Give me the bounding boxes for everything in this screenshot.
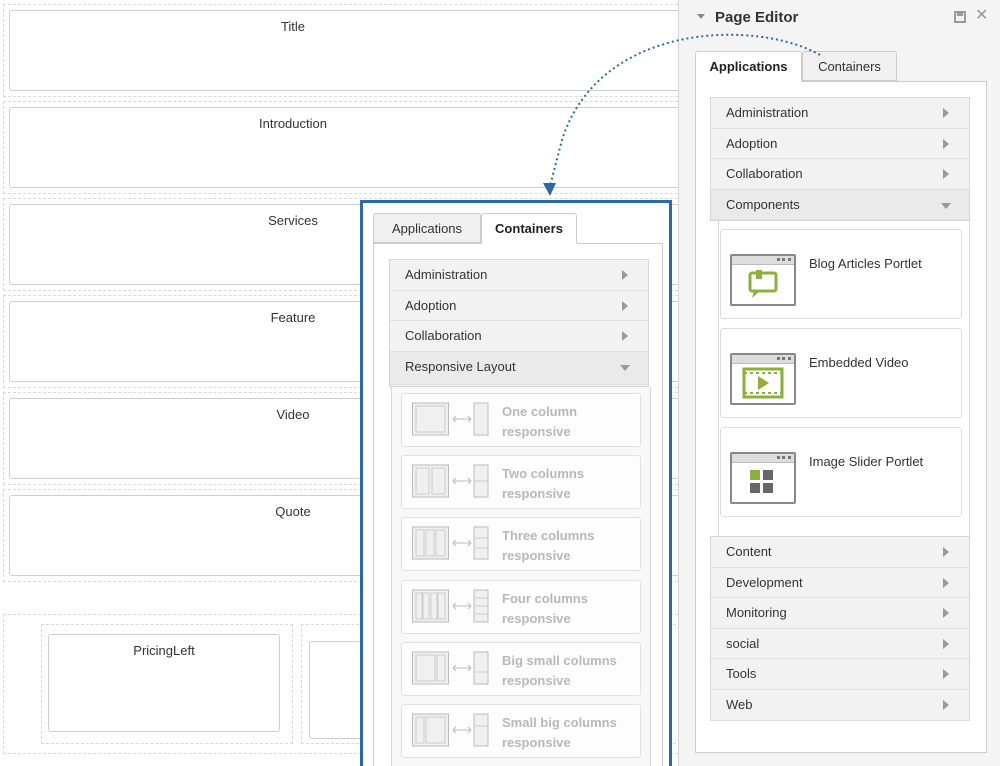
layout-label: Three columns responsive	[502, 528, 595, 563]
layout-three-columns[interactable]: Three columns responsive	[401, 517, 641, 571]
category-label: Monitoring	[726, 605, 787, 621]
chevron-right-icon	[622, 270, 628, 280]
category-label: social	[726, 635, 760, 651]
zone-label: PricingLeft	[133, 643, 195, 658]
layout-two-columns[interactable]: Two columns responsive	[401, 455, 641, 509]
layout-label: Big small columns responsive	[502, 653, 617, 688]
category-label: Collaboration	[405, 328, 482, 344]
zone-container-introduction: Introduction	[3, 101, 703, 194]
category-social[interactable]: social	[711, 628, 969, 660]
portlet-name: Embedded Video	[809, 355, 909, 370]
zone-label: Introduction	[259, 116, 327, 131]
tab-applications[interactable]: Applications	[373, 213, 481, 243]
close-icon[interactable]: ✕	[975, 7, 988, 25]
page-editor-header: Page Editor ✕	[679, 0, 1000, 36]
chevron-down-icon	[620, 364, 630, 371]
layout-big-small-columns[interactable]: Big small columns responsive	[401, 642, 641, 696]
layout-icon	[412, 464, 489, 498]
category-label: Administration	[405, 267, 488, 282]
tab-containers[interactable]: Containers	[802, 51, 897, 81]
layout-four-columns[interactable]: Four columns responsive	[401, 580, 641, 634]
category-label: Web	[726, 696, 753, 712]
zone-introduction[interactable]: Introduction	[9, 107, 697, 188]
category-label: Responsive Layout	[405, 358, 516, 374]
layout-icon	[412, 526, 489, 560]
category-tools[interactable]: Tools	[711, 659, 969, 690]
chevron-right-icon	[943, 577, 949, 588]
chevron-right-icon	[943, 669, 949, 680]
portlet-image-slider[interactable]: Image Slider Portlet	[720, 427, 962, 517]
category-adoption[interactable]: Adoption	[711, 128, 969, 160]
page-editor-title: Page Editor	[715, 9, 799, 26]
layout-label: Four columns responsive	[502, 591, 588, 626]
category-collaboration[interactable]: Collaboration	[390, 321, 648, 352]
layout-icon	[412, 651, 489, 685]
category-label: Collaboration	[726, 166, 803, 182]
chevron-right-icon	[943, 638, 949, 649]
zone-label: Title	[280, 19, 306, 34]
layout-icon	[412, 713, 489, 747]
category-label: Development	[726, 574, 803, 590]
category-adoption[interactable]: Adoption	[390, 290, 648, 322]
save-icon[interactable]	[954, 11, 966, 23]
zone-pricing-left[interactable]: PricingLeft	[48, 634, 280, 732]
category-content[interactable]: Content	[711, 537, 969, 568]
category-administration[interactable]: Administration	[390, 260, 648, 291]
collapse-icon[interactable]	[697, 14, 705, 19]
category-administration[interactable]: Administration	[711, 98, 969, 129]
chevron-right-icon	[943, 108, 949, 118]
layout-label: One column responsive	[502, 404, 578, 439]
layout-label: Two columns responsive	[502, 466, 585, 501]
zone-title[interactable]: Title	[9, 10, 697, 91]
category-label: Adoption	[726, 135, 778, 151]
video-portlet-icon	[730, 353, 796, 405]
chevron-right-icon	[943, 608, 949, 619]
category-collaboration[interactable]: Collaboration	[711, 159, 969, 190]
portlet-name: Image Slider Portlet	[809, 454, 924, 469]
pricing-left-column: PricingLeft	[41, 624, 293, 744]
category-label: Administration	[726, 105, 809, 120]
chevron-right-icon	[943, 169, 949, 180]
layout-one-column[interactable]: One column responsive	[401, 393, 641, 447]
category-components[interactable]: Components	[711, 189, 969, 221]
tab-applications[interactable]: Applications	[695, 51, 802, 82]
category-label: Components	[726, 196, 800, 212]
category-label: Content	[726, 544, 772, 559]
portlet-embedded-video[interactable]: Embedded Video	[720, 328, 962, 418]
category-development[interactable]: Development	[711, 567, 969, 599]
containers-panel-zoom: Applications Containers Administration A…	[360, 200, 672, 766]
category-monitoring[interactable]: Monitoring	[711, 598, 969, 629]
chevron-right-icon	[943, 138, 949, 149]
category-web[interactable]: Web	[711, 689, 969, 721]
layout-label: Small big columns responsive	[502, 715, 617, 750]
blog-portlet-icon	[730, 254, 796, 306]
responsive-layout-list: One column responsive Two columns responsi…	[391, 387, 651, 766]
tab-containers[interactable]: Containers	[481, 213, 577, 244]
chevron-right-icon	[943, 699, 949, 710]
category-responsive-layout[interactable]: Responsive Layout	[390, 351, 648, 385]
chevron-right-icon	[622, 300, 628, 311]
zone-container-title: Title	[3, 4, 703, 97]
category-label: Tools	[726, 666, 757, 682]
chevron-right-icon	[943, 547, 949, 557]
chevron-right-icon	[622, 331, 628, 342]
slider-portlet-icon	[730, 452, 796, 504]
containers-category-accordion: Administration Adoption Collaboration Re…	[389, 259, 649, 387]
category-label: Adoption	[405, 297, 457, 313]
chevron-down-icon	[941, 202, 951, 209]
layout-icon	[412, 402, 489, 436]
components-portlet-list: Blog Articles Portlet Embedded Video Ima…	[718, 221, 970, 537]
category-accordion-bottom: Content Development Monitoring social To…	[710, 536, 970, 721]
portlet-blog-articles[interactable]: Blog Articles Portlet	[720, 229, 962, 319]
category-accordion-top: Administration Adoption Collaboration Co…	[710, 97, 970, 221]
layout-icon	[412, 589, 489, 623]
layout-small-big-columns[interactable]: Small big columns responsive	[401, 704, 641, 758]
portlet-name: Blog Articles Portlet	[809, 256, 922, 271]
